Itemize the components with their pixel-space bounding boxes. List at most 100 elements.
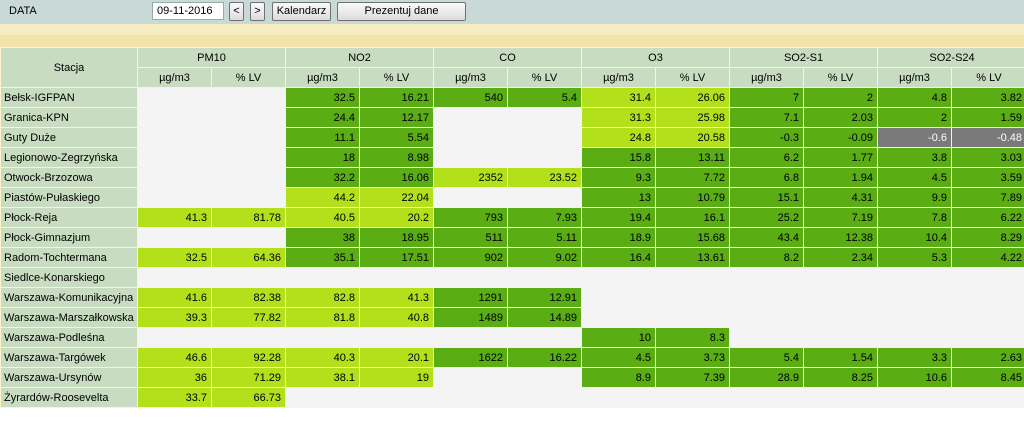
value-cell — [877, 327, 953, 348]
lv-cell — [359, 267, 434, 288]
value-cell: 7.8 — [877, 207, 953, 228]
unit-header-abs: µg/m3 — [581, 67, 656, 88]
lv-cell: 8.45 — [951, 367, 1024, 388]
table-row: Radom-Tochtermana 32.5 64.36 35.1 17.51 902 9.… — [0, 247, 1024, 268]
lv-cell: 41.3 — [359, 287, 434, 308]
lv-cell — [507, 107, 582, 128]
table-row: Bełsk-IGFPAN 32.5 16.21 540 5.4 31.4 26.06 7 2 4.… — [0, 87, 1024, 108]
station-name-cell[interactable]: Warszawa-Podleśna — [0, 327, 138, 348]
value-cell: 44.2 — [285, 187, 360, 208]
calendar-button[interactable]: Kalendarz — [272, 2, 331, 21]
station-name-cell[interactable]: Bełsk-IGFPAN — [0, 87, 138, 108]
value-cell: 5.3 — [877, 247, 953, 268]
lv-cell: 3.03 — [951, 147, 1024, 168]
station-name-cell[interactable]: Warszawa-Komunikacyjna — [0, 287, 138, 308]
value-cell: 7 — [729, 87, 804, 108]
station-name-cell[interactable]: Granica-KPN — [0, 107, 138, 128]
value-cell — [581, 267, 656, 288]
group-header-co: CO — [433, 47, 582, 68]
value-cell: 9.9 — [877, 187, 953, 208]
station-name-cell[interactable]: Warszawa-Marszałkowska — [0, 307, 138, 328]
value-cell: 5.4 — [729, 347, 804, 368]
unit-header-abs: µg/m3 — [285, 67, 360, 88]
lv-cell: 66.73 — [211, 387, 286, 408]
value-cell: 24.4 — [285, 107, 360, 128]
table-row: Warszawa-Podleśna 10 8.3 — [0, 327, 1024, 348]
value-cell: 41.3 — [137, 207, 212, 228]
lv-cell: 2 — [802, 87, 879, 108]
value-cell — [877, 287, 953, 308]
lv-cell — [507, 187, 582, 208]
value-cell — [729, 267, 804, 288]
value-cell — [137, 267, 212, 288]
value-cell — [729, 287, 804, 308]
station-name-cell[interactable]: Legionowo-Zegrzyńska — [0, 147, 138, 168]
lv-cell — [211, 127, 286, 148]
lv-cell: 4.22 — [951, 247, 1024, 268]
value-cell: 11.1 — [285, 127, 360, 148]
value-cell: 902 — [433, 247, 508, 268]
table-row: Piastów-Pułaskiego 44.2 22.04 13 10.79 15.1 4.… — [0, 187, 1024, 208]
value-cell — [137, 227, 212, 248]
prev-day-button[interactable]: < — [229, 2, 244, 21]
value-cell: 15.8 — [581, 147, 656, 168]
table-row: Guty Duże 11.1 5.54 24.8 20.58 -0.3 -0.09 -0.6-… — [0, 127, 1024, 148]
value-cell: 9.3 — [581, 167, 656, 188]
station-name-cell[interactable]: Siedlce-Konarskiego — [0, 267, 138, 288]
value-cell: 25.2 — [729, 207, 804, 228]
value-cell: 19.4 — [581, 207, 656, 228]
present-data-button[interactable]: Prezentuj dane — [337, 2, 466, 21]
station-name-cell[interactable]: Guty Duże — [0, 127, 138, 148]
lv-cell — [507, 127, 582, 148]
value-cell — [729, 387, 804, 408]
station-name-cell[interactable]: Warszawa-Ursynów — [0, 367, 138, 388]
lv-cell: 2.03 — [802, 107, 879, 128]
unit-header-abs: µg/m3 — [433, 67, 508, 88]
lv-cell: 15.68 — [655, 227, 730, 248]
lv-cell: 77.82 — [211, 307, 286, 328]
lv-cell — [211, 107, 286, 128]
station-name-cell[interactable]: Żyrardów-Roosevelta — [0, 387, 138, 408]
lv-cell — [359, 387, 434, 408]
value-cell: 32.2 — [285, 167, 360, 188]
measurements-table: Stacja PM10 NO2 CO O3 SO2-S1 SO2-S24 µg/… — [0, 47, 1024, 408]
station-name-cell[interactable]: Radom-Tochtermana — [0, 247, 138, 268]
value-cell — [581, 387, 656, 408]
station-name-cell[interactable]: Warszawa-Targówek — [0, 347, 138, 368]
value-cell — [877, 307, 953, 328]
group-header-pm10: PM10 — [137, 47, 286, 68]
value-cell — [581, 287, 656, 308]
lv-cell: 14.89 — [507, 307, 582, 328]
lv-cell: 40.8 — [359, 307, 434, 328]
group-header-o3: O3 — [581, 47, 730, 68]
table-row: Siedlce-Konarskiego — [0, 267, 1024, 288]
station-name-cell[interactable]: Płock-Gimnazjum — [0, 227, 138, 248]
value-cell: 32.5 — [137, 247, 212, 268]
lv-cell: 17.51 — [359, 247, 434, 268]
value-cell — [137, 327, 212, 348]
value-cell: 10.6 — [877, 367, 953, 388]
station-name-cell[interactable]: Piastów-Pułaskiego — [0, 187, 138, 208]
lv-cell — [655, 387, 730, 408]
value-cell: 8.2 — [729, 247, 804, 268]
value-cell: -0.6 — [877, 127, 953, 148]
value-cell — [877, 387, 953, 408]
group-header-row: Stacja PM10 NO2 CO O3 SO2-S1 SO2-S24 — [0, 47, 1024, 88]
table-body: Bełsk-IGFPAN 32.5 16.21 540 5.4 31.4 26.06 7 2 4.… — [0, 87, 1024, 408]
value-cell: 38.1 — [285, 367, 360, 388]
lv-cell: 8.25 — [802, 367, 879, 388]
value-cell: 1291 — [433, 287, 508, 308]
value-cell: 40.3 — [285, 347, 360, 368]
next-day-button[interactable]: > — [250, 2, 265, 21]
separator-band-inner — [0, 35, 1024, 47]
date-input[interactable] — [152, 2, 224, 20]
unit-header-lv: % LV — [211, 67, 286, 88]
value-cell: 511 — [433, 227, 508, 248]
table-row: Warszawa-Targówek 46.6 92.28 40.3 20.1 1622 16… — [0, 347, 1024, 368]
lv-cell: 16.1 — [655, 207, 730, 228]
value-cell: 46.6 — [137, 347, 212, 368]
value-cell — [137, 107, 212, 128]
station-name-cell[interactable]: Otwock-Brzozowa — [0, 167, 138, 188]
lv-cell — [951, 267, 1024, 288]
station-name-cell[interactable]: Płock-Reja — [0, 207, 138, 228]
